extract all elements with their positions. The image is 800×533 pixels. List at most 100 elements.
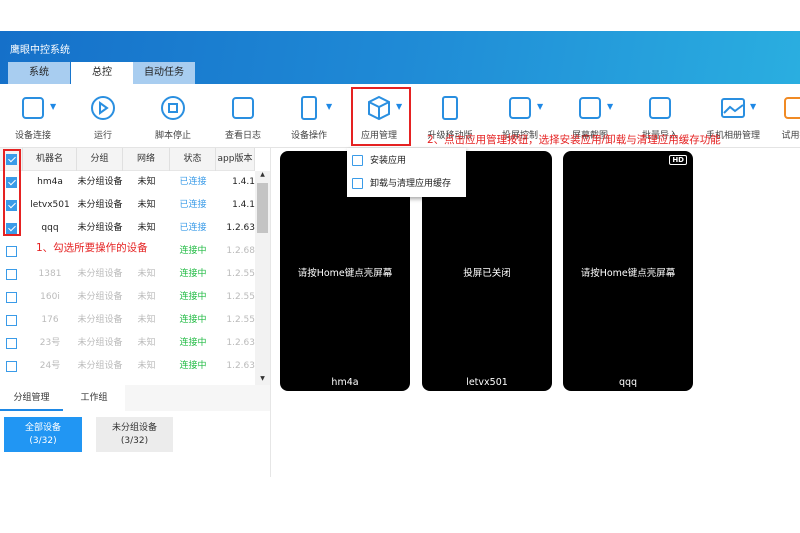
chevron-down-icon[interactable]: ▼ xyxy=(326,102,332,111)
header-app-version[interactable]: app版本 xyxy=(216,148,255,171)
scroll-thumb[interactable] xyxy=(257,183,268,233)
cell-network: 未知 xyxy=(137,292,156,302)
cell-app-version: 1.2.63 xyxy=(226,223,255,233)
cell-app-version: 1.2.63 xyxy=(226,361,255,371)
bottom-tabs: 分组管理 工作组 xyxy=(0,385,270,411)
row-select[interactable] xyxy=(0,240,23,263)
uninstall-icon xyxy=(352,178,363,189)
cell-network: 未知 xyxy=(137,361,156,371)
chevron-down-icon[interactable]: ▼ xyxy=(537,102,543,111)
panel-divider xyxy=(270,148,271,477)
cell-app-version: 1.2.55 xyxy=(226,269,255,279)
cell-name: 24号 xyxy=(39,361,61,371)
play-icon xyxy=(91,96,115,120)
phone-icon xyxy=(301,96,317,120)
table-row[interactable]: qqq 未分组设备 未知 已连接 1.2.63 xyxy=(0,217,255,240)
header-name[interactable]: 机器名 xyxy=(23,148,77,171)
cell-status: 连接中 xyxy=(179,338,207,348)
cell-name: 160i xyxy=(40,292,60,302)
tab-control[interactable]: 总控 xyxy=(71,62,133,84)
tab-group-manage[interactable]: 分组管理 xyxy=(0,385,63,411)
image-icon xyxy=(721,98,745,118)
tab-system[interactable]: 系统 xyxy=(8,62,70,84)
hd-badge[interactable]: HD xyxy=(669,155,687,165)
device-name: letvx501 xyxy=(466,377,508,388)
highlight-checkboxes xyxy=(3,149,21,236)
cell-name: 1381 xyxy=(38,269,62,279)
row-select[interactable] xyxy=(0,309,23,332)
annotation-step1: 1、勾选所要操作的设备 xyxy=(36,242,148,254)
annotation-step2: 2、点击应用管理按钮，选择安装应用/卸载与清理应用缓存功能 xyxy=(427,134,721,146)
menu-install-app[interactable]: 安装应用 xyxy=(347,150,466,172)
trial-icon xyxy=(784,97,800,119)
chevron-down-icon[interactable]: ▼ xyxy=(50,102,56,111)
device-name: qqq xyxy=(618,377,638,388)
table-row[interactable]: 176 未分组设备 未知 连接中 1.2.55 xyxy=(0,309,255,332)
header-group[interactable]: 分组 xyxy=(77,148,123,171)
row-select[interactable] xyxy=(0,355,23,378)
row-select[interactable] xyxy=(0,286,23,309)
toolbar-label: 试用授 xyxy=(781,131,800,141)
cell-group: 未分组设备 xyxy=(77,292,123,302)
install-icon xyxy=(352,155,363,166)
cell-name: 176 xyxy=(41,315,59,325)
table-row[interactable]: hm4a 未分组设备 未知 已连接 1.4.1 xyxy=(0,171,255,194)
cast-icon xyxy=(509,97,531,119)
group-ungrouped[interactable]: 未分组设备 (3/32) xyxy=(96,417,173,452)
cell-group: 未分组设备 xyxy=(77,200,123,210)
scroll-down-icon[interactable]: ▼ xyxy=(255,375,270,385)
cell-network: 未知 xyxy=(137,338,156,348)
group-all-devices[interactable]: 全部设备 (3/32) xyxy=(4,417,82,452)
row-checkbox[interactable] xyxy=(6,361,17,372)
table-row[interactable]: 23号 未分组设备 未知 连接中 1.2.63 xyxy=(0,332,255,355)
scroll-up-icon[interactable]: ▲ xyxy=(255,171,270,181)
phone-upgrade-icon xyxy=(442,96,458,120)
device-connect-icon xyxy=(22,97,44,119)
table-header: 机器名 分组 网络 状态 app版本 xyxy=(0,148,255,171)
row-checkbox[interactable] xyxy=(6,269,17,280)
table-row[interactable]: 1381 未分组设备 未知 连接中 1.2.55 xyxy=(0,263,255,286)
cell-network: 未知 xyxy=(137,200,156,210)
row-select[interactable] xyxy=(0,332,23,355)
cell-app-version: 1.4.1 xyxy=(232,200,255,210)
cell-status: 连接中 xyxy=(179,315,207,325)
row-checkbox[interactable] xyxy=(6,338,17,349)
menu-label: 安装应用 xyxy=(370,156,407,166)
device-screen[interactable]: HD 请按Home键点亮屏幕 qqq xyxy=(563,151,693,391)
header-status[interactable]: 状态 xyxy=(170,148,216,171)
table-row[interactable]: letvx501 未分组设备 未知 已连接 1.4.1 xyxy=(0,194,255,217)
cell-status: 已连接 xyxy=(179,223,207,233)
screen-message: 请按Home键点亮屏幕 xyxy=(297,268,393,279)
cell-app-version: 1.2.55 xyxy=(226,292,255,302)
cell-status: 连接中 xyxy=(179,292,207,302)
row-checkbox[interactable] xyxy=(6,315,17,326)
cell-status: 已连接 xyxy=(179,177,207,187)
app-window: 鹰眼中控系统 系统 总控 自动任务 设备连接 ▼ 运行 脚本停止 查看日志 设备操作 ▼ 应用… xyxy=(0,31,800,477)
chevron-down-icon[interactable]: ▼ xyxy=(607,102,613,111)
cell-group: 未分组设备 xyxy=(77,177,123,187)
toolbar-trial-button[interactable]: 试用授 xyxy=(760,90,800,146)
table-row[interactable]: 24号 未分组设备 未知 连接中 1.2.63 xyxy=(0,355,255,378)
table-row[interactable]: 160i 未分组设备 未知 连接中 1.2.55 xyxy=(0,286,255,309)
menu-uninstall-clear-cache[interactable]: 卸载与清理应用缓存 xyxy=(347,173,466,195)
highlight-app-manage xyxy=(351,87,411,146)
vertical-scrollbar[interactable]: ▲ ▼ xyxy=(255,171,270,385)
group-count: (3/32) xyxy=(120,436,149,446)
cell-group: 未分组设备 xyxy=(77,338,123,348)
app-title: 鹰眼中控系统 xyxy=(10,45,70,56)
row-select[interactable] xyxy=(0,263,23,286)
cell-network: 未知 xyxy=(137,177,156,187)
cell-status: 连接中 xyxy=(179,246,207,256)
tab-auto-task[interactable]: 自动任务 xyxy=(133,62,195,84)
row-checkbox[interactable] xyxy=(6,292,17,303)
chevron-down-icon[interactable]: ▼ xyxy=(750,102,756,111)
device-name: hm4a xyxy=(331,377,359,388)
device-table: 机器名 分组 网络 状态 app版本 hm4a 未分组设备 未知 已连接 1.4… xyxy=(0,148,270,385)
cell-status: 连接中 xyxy=(179,361,207,371)
cell-name: 23号 xyxy=(39,338,61,348)
row-checkbox[interactable] xyxy=(6,246,17,257)
cell-network: 未知 xyxy=(137,223,156,233)
tab-work-group[interactable]: 工作组 xyxy=(63,385,125,411)
header-network[interactable]: 网络 xyxy=(123,148,170,171)
group-label: 全部设备 xyxy=(24,423,61,433)
